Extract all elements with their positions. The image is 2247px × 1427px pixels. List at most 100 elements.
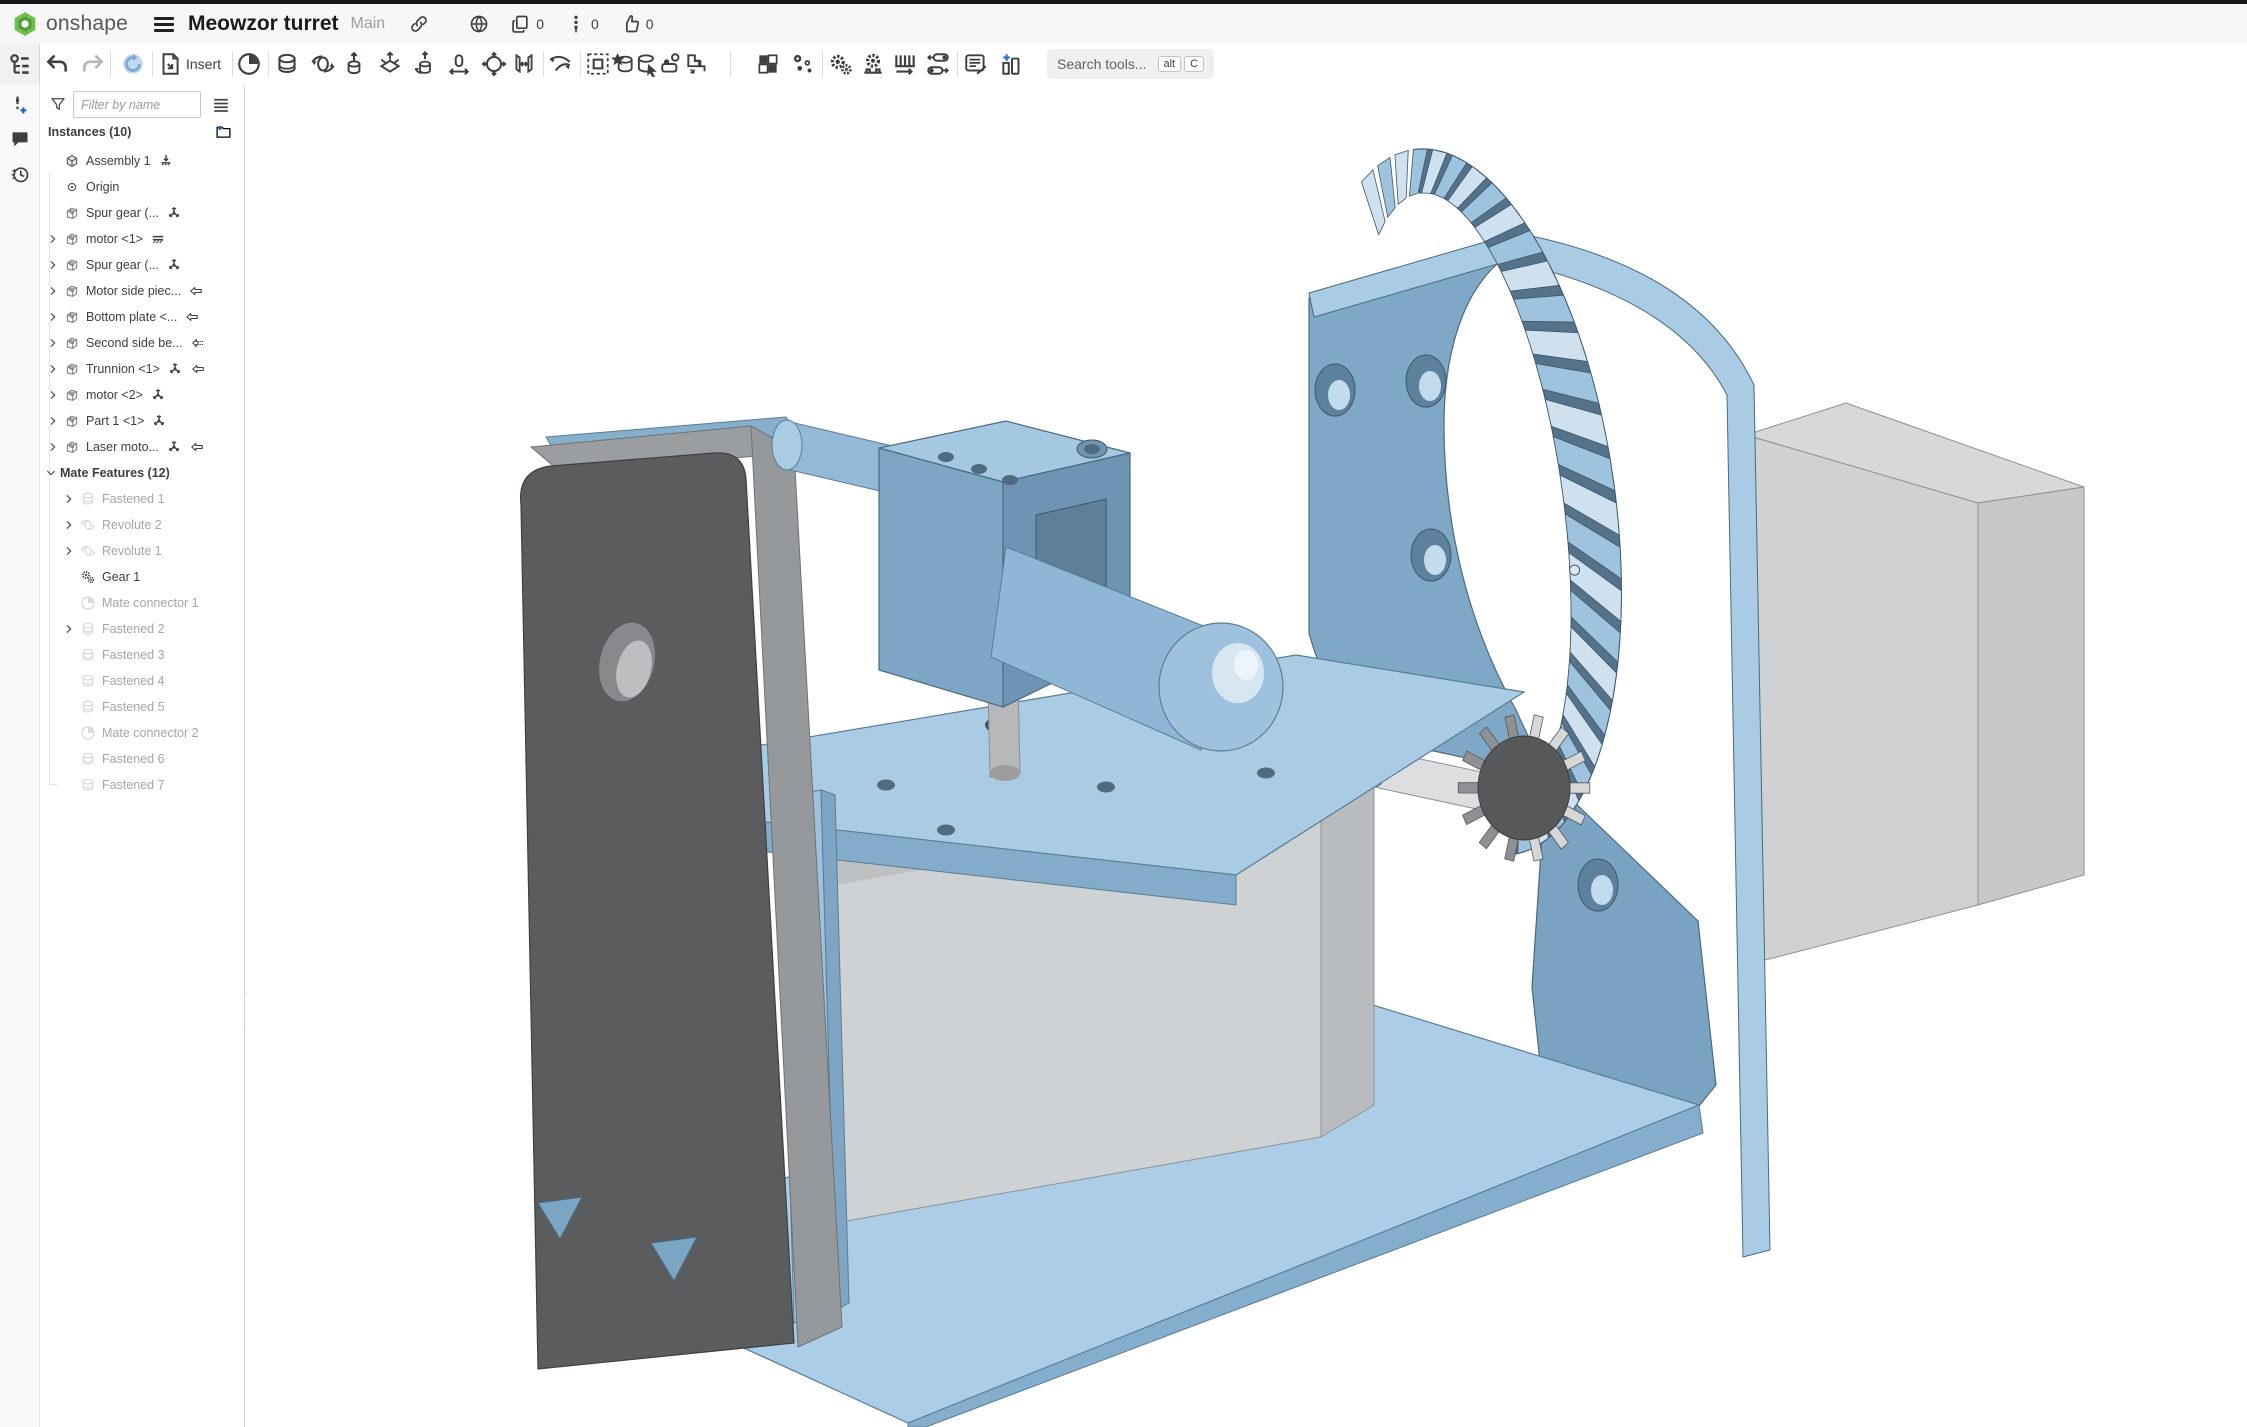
revolute-mate-icon[interactable] — [310, 51, 336, 77]
chevron-right-icon[interactable] — [48, 286, 58, 296]
instance-item-row[interactable]: Motor side piec... — [40, 278, 245, 304]
mate-icon[interactable] — [634, 51, 660, 77]
group-icon[interactable] — [585, 51, 611, 77]
fastened-badge-icon[interactable] — [184, 310, 200, 324]
mate-item-row[interactable]: Gear 1 — [40, 564, 245, 590]
rack-icon[interactable] — [892, 51, 918, 77]
assembly-panel-tab[interactable] — [0, 44, 40, 85]
exploded-view-icon[interactable] — [790, 51, 816, 77]
mate-item-row[interactable]: Fastened 7 — [40, 772, 245, 798]
insert-subassembly-icon[interactable] — [684, 51, 710, 77]
instance-item-row[interactable]: Spur gear (... — [40, 200, 245, 226]
mate-item-row[interactable]: Fastened 5 — [40, 694, 245, 720]
revolute-badge-icon[interactable] — [166, 258, 182, 272]
instance-item-row[interactable]: Trunnion <1> — [40, 356, 245, 382]
mate-item-row[interactable]: Fastened 3 — [40, 642, 245, 668]
cylindrical-mate-icon[interactable] — [412, 51, 438, 77]
instance-item-row[interactable]: Bottom plate <... — [40, 304, 245, 330]
instance-item-row[interactable]: motor <2> — [40, 382, 245, 408]
sync-icon[interactable] — [120, 51, 146, 77]
assembly-3d-view[interactable] — [246, 85, 2247, 1427]
list-options-icon[interactable] — [212, 96, 230, 114]
filter-icon[interactable] — [50, 96, 66, 112]
chevron-right-icon[interactable] — [64, 624, 74, 634]
mate-item-row[interactable]: Fastened 1 — [40, 486, 245, 512]
bom-icon[interactable] — [963, 51, 989, 77]
mate-item-row[interactable]: Fastened 6 — [40, 746, 245, 772]
fastened-badge-icon[interactable] — [190, 362, 206, 376]
revolute-badge-icon[interactable] — [150, 388, 166, 402]
likes-counter[interactable]: 0 — [621, 14, 654, 34]
main-menu-icon[interactable] — [154, 17, 174, 32]
part-side-plate[interactable] — [521, 426, 842, 1369]
chevron-right-icon[interactable] — [48, 260, 58, 270]
insert-icon[interactable] — [157, 51, 183, 77]
instance-item-row[interactable]: Second side be... — [40, 330, 245, 356]
chevron-right-icon[interactable] — [48, 234, 58, 244]
filter-input[interactable] — [73, 91, 201, 118]
fixed-badge-icon[interactable] — [150, 232, 166, 246]
ball-mate-icon[interactable] — [481, 51, 507, 77]
instance-item-row[interactable]: Part 1 <1> — [40, 408, 245, 434]
create-version-icon[interactable] — [10, 95, 30, 115]
workspace-name[interactable]: Main — [351, 15, 386, 33]
fastened-badge-icon[interactable] — [188, 284, 204, 298]
comments-icon[interactable] — [10, 129, 30, 149]
mate-item-row[interactable]: Fastened 4 — [40, 668, 245, 694]
search-tools-button[interactable]: Search tools... alt C — [1047, 49, 1214, 79]
assembly-item-row[interactable]: Assembly 1 — [40, 148, 245, 174]
revolute-badge-icon[interactable] — [166, 440, 182, 454]
chevron-right-icon[interactable] — [48, 338, 58, 348]
tangent-mate-icon[interactable] — [511, 51, 537, 77]
mate-relation-icon[interactable] — [547, 51, 573, 77]
mate-item-row[interactable]: Mate connector 1 — [40, 590, 245, 616]
undo-icon[interactable] — [44, 51, 70, 77]
fastened-badge-icon[interactable] — [189, 440, 205, 454]
interference-icon[interactable] — [659, 51, 685, 77]
instance-item-row[interactable]: motor <1> — [40, 226, 245, 252]
part-motor-2[interactable] — [1746, 403, 2084, 965]
chevron-right-icon[interactable] — [48, 390, 58, 400]
chevron-down-icon[interactable] — [46, 468, 56, 478]
mate-item-row[interactable]: Revolute 2 — [40, 512, 245, 538]
onshape-logo-icon[interactable] — [12, 11, 38, 37]
add-to-folder-icon[interactable] — [214, 123, 233, 140]
pattern-icon[interactable] — [755, 51, 781, 77]
history-icon[interactable] — [10, 164, 30, 184]
chevron-right-icon[interactable] — [64, 546, 74, 556]
chevron-right-icon[interactable] — [48, 312, 58, 322]
gear-relation-icon[interactable] — [828, 51, 854, 77]
document-title[interactable]: Meowzor turret — [188, 12, 339, 36]
chevron-right-icon[interactable] — [64, 494, 74, 504]
instance-item-row[interactable]: Spur gear (... — [40, 252, 245, 278]
slider-mate-icon[interactable] — [341, 51, 367, 77]
insert-button-label[interactable]: Insert — [186, 56, 221, 72]
copies-counter[interactable]: 0 — [511, 14, 544, 34]
replicate-icon[interactable] — [610, 51, 636, 77]
chevron-right-icon[interactable] — [48, 442, 58, 452]
public-document-button[interactable] — [469, 14, 489, 34]
chevron-right-icon[interactable] — [48, 364, 58, 374]
fastened-dashed-badge-icon[interactable] — [190, 336, 206, 350]
chevron-right-icon[interactable] — [64, 520, 74, 530]
instance-item-row[interactable]: Origin — [40, 174, 245, 200]
mate-item-row[interactable]: Fastened 2 — [40, 616, 245, 642]
fastened-mate-icon[interactable] — [274, 51, 300, 77]
share-link-button[interactable] — [409, 14, 429, 34]
screw-relation-icon[interactable] — [925, 51, 951, 77]
mate-connector-icon[interactable] — [236, 51, 262, 77]
section-row[interactable]: Mate Features (12) — [40, 460, 245, 486]
chevron-right-icon[interactable] — [48, 416, 58, 426]
instance-item-row[interactable]: Laser moto... — [40, 434, 245, 460]
mate-item-row[interactable]: Revolute 1 — [40, 538, 245, 564]
revolute-badge-icon[interactable] — [151, 414, 167, 428]
named-positions-icon[interactable] — [999, 51, 1025, 77]
mate-item-row[interactable]: Mate connector 2 — [40, 720, 245, 746]
redo-icon[interactable] — [80, 51, 106, 77]
pin-slot-mate-icon[interactable] — [446, 51, 472, 77]
revolute-badge-icon[interactable] — [167, 362, 183, 376]
rack-pinion-icon[interactable] — [860, 51, 886, 77]
versions-counter[interactable]: 0 — [566, 14, 599, 34]
planar-mate-icon[interactable] — [377, 51, 403, 77]
ground-badge-icon[interactable] — [158, 154, 174, 168]
